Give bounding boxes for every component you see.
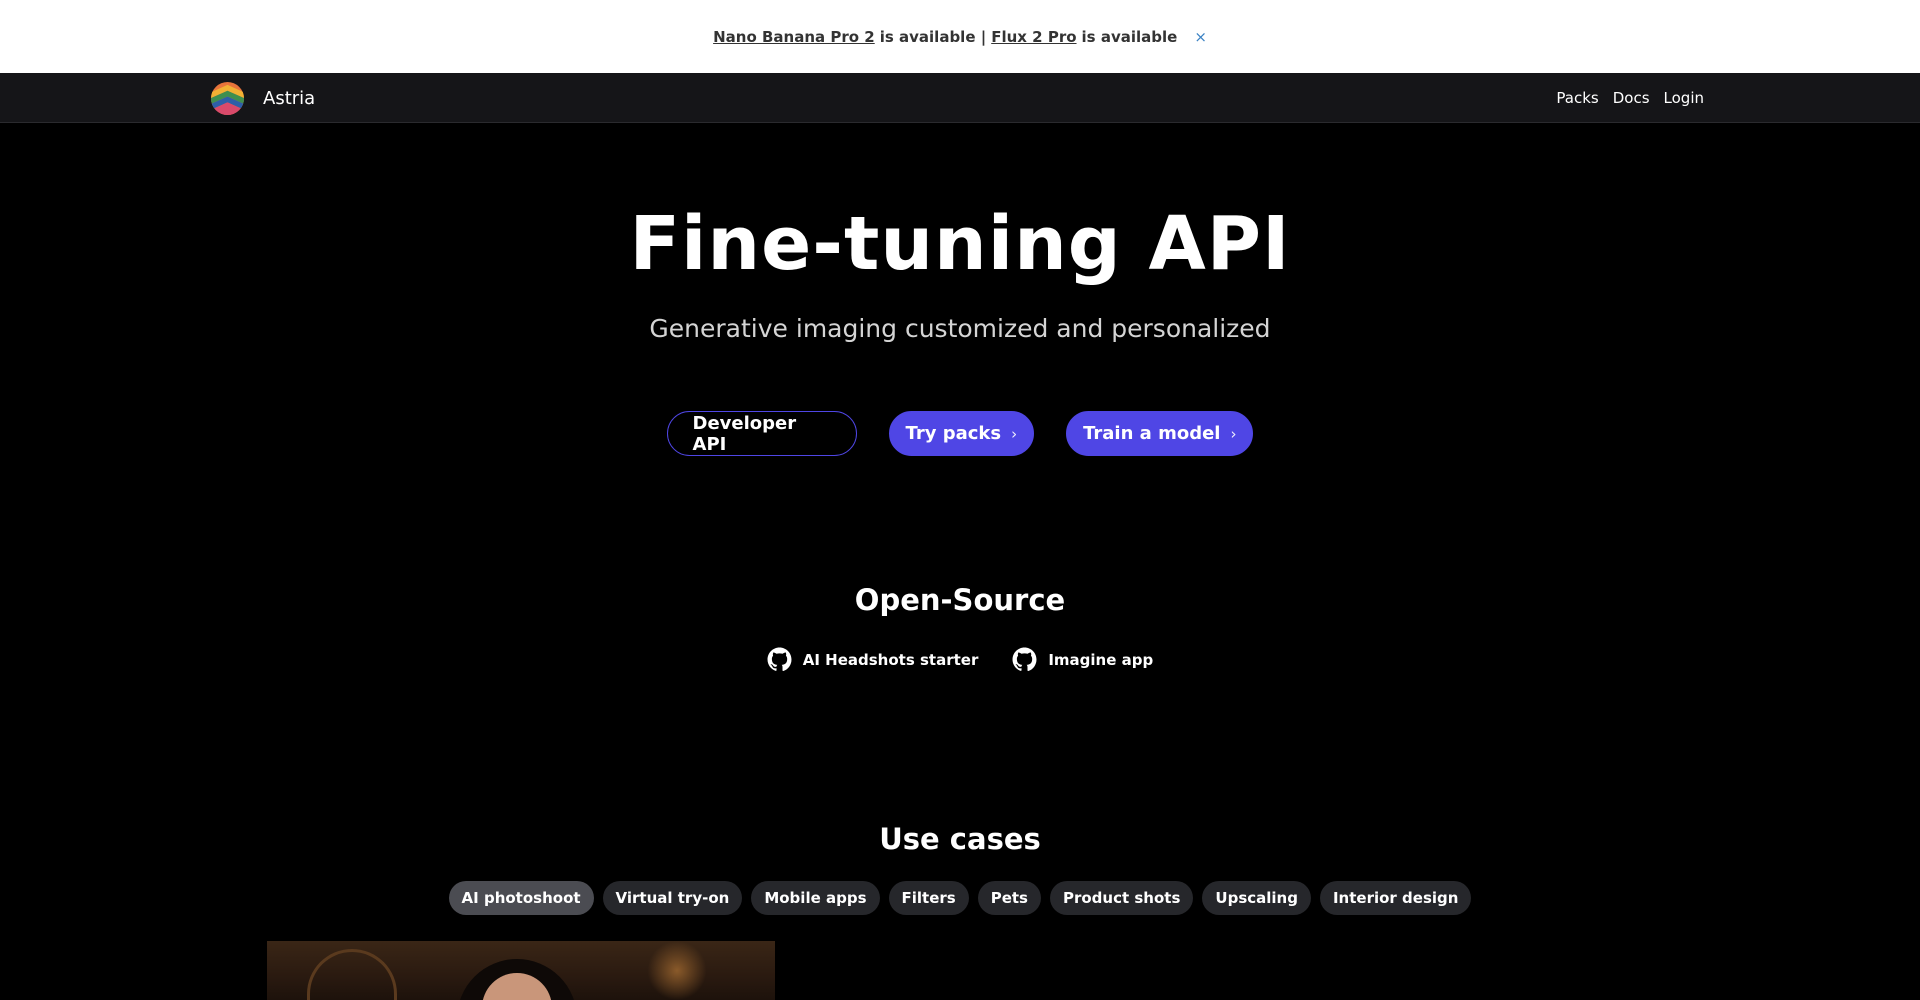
- tab-mobile-apps[interactable]: Mobile apps: [751, 881, 880, 915]
- brand-name: Astria: [263, 87, 316, 109]
- developer-api-label: Developer API: [692, 412, 797, 455]
- open-source-links: AI Headshots starter Imagine app: [0, 647, 1920, 672]
- top-navbar: Astria Packs Docs Login: [0, 73, 1920, 123]
- ai-headshots-starter-link[interactable]: AI Headshots starter: [767, 647, 979, 672]
- banner-link-nano-banana[interactable]: Nano Banana Pro 2: [713, 28, 875, 46]
- banner-text-2: is available: [1081, 27, 1178, 46]
- hero-title: Fine-tuning API: [629, 201, 1291, 287]
- banner-text-1: is available |: [879, 27, 987, 46]
- train-model-label: Train a model: [1083, 423, 1221, 444]
- hero-buttons: Developer API Try packs › Train a model …: [0, 411, 1920, 456]
- preview-background-arch: [307, 949, 397, 1000]
- use-case-tabs: AI photoshoot Virtual try-on Mobile apps…: [0, 881, 1920, 915]
- developer-api-button[interactable]: Developer API: [666, 411, 857, 456]
- astria-logo: [210, 81, 245, 115]
- try-packs-button[interactable]: Try packs ›: [888, 411, 1035, 456]
- announcement-banner: Nano Banana Pro 2 is available | Flux 2 …: [0, 0, 1920, 73]
- open-source-title: Open-Source: [854, 583, 1066, 617]
- imagine-app-link[interactable]: Imagine app: [1012, 647, 1153, 672]
- use-case-preview-image: [267, 941, 775, 1000]
- use-cases-title: Use cases: [879, 822, 1041, 856]
- tab-pets[interactable]: Pets: [977, 881, 1041, 915]
- chevron-right-icon: ›: [1230, 424, 1237, 443]
- banner-link-flux[interactable]: Flux 2 Pro: [991, 28, 1076, 46]
- ai-headshots-starter-label: AI Headshots starter: [802, 650, 979, 669]
- chevron-right-icon: ›: [1011, 424, 1018, 443]
- tab-virtual-try-on[interactable]: Virtual try-on: [602, 881, 743, 915]
- tab-product-shots[interactable]: Product shots: [1049, 881, 1194, 915]
- github-icon: [767, 647, 792, 672]
- nav-link-login[interactable]: Login: [1664, 89, 1704, 107]
- nav-link-packs[interactable]: Packs: [1556, 89, 1598, 107]
- tab-filters[interactable]: Filters: [888, 881, 969, 915]
- imagine-app-label: Imagine app: [1048, 650, 1154, 669]
- tab-ai-photoshoot[interactable]: AI photoshoot: [448, 881, 594, 915]
- tab-interior-design[interactable]: Interior design: [1319, 881, 1472, 915]
- nav-links: Packs Docs Login: [1556, 73, 1704, 123]
- close-icon[interactable]: ×: [1194, 28, 1207, 46]
- github-icon: [1012, 647, 1037, 672]
- nav-link-docs[interactable]: Docs: [1613, 89, 1650, 107]
- brand[interactable]: Astria: [210, 81, 316, 115]
- hero-subtitle: Generative imaging customized and person…: [649, 314, 1271, 343]
- tab-upscaling[interactable]: Upscaling: [1202, 881, 1311, 915]
- preview-light-glow: [647, 941, 707, 1000]
- train-model-button[interactable]: Train a model ›: [1066, 411, 1254, 456]
- try-packs-label: Try packs: [905, 423, 1002, 444]
